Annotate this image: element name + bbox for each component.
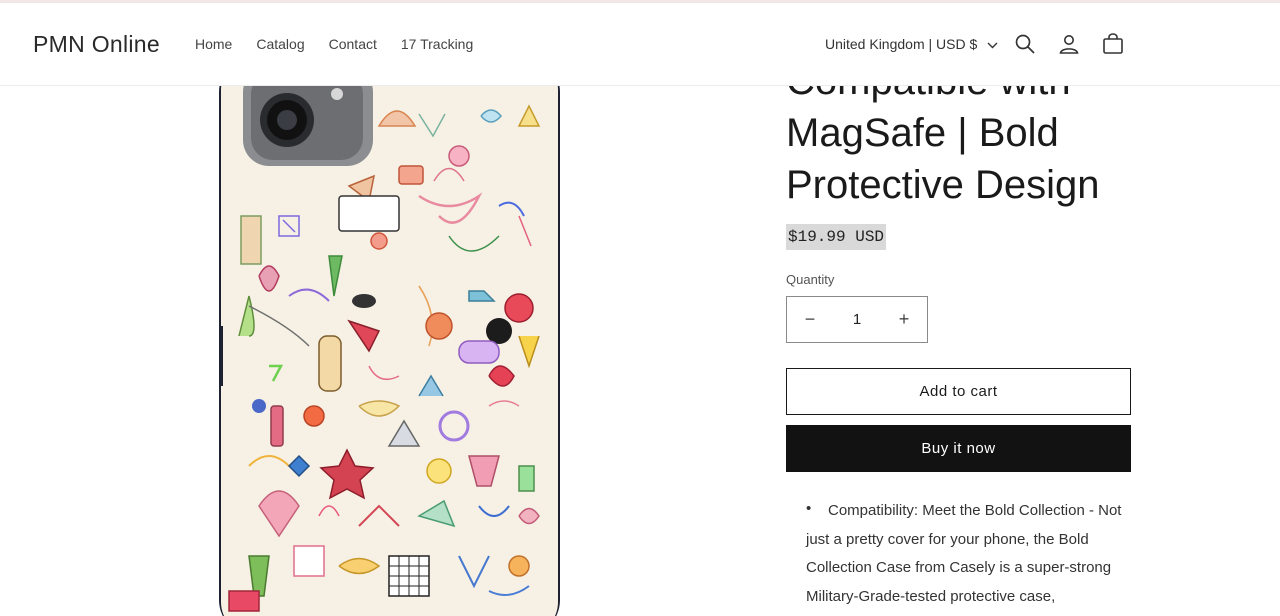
main-nav: Home Catalog Contact 17 Tracking — [195, 36, 473, 52]
cart-icon[interactable] — [1101, 32, 1125, 56]
increase-quantity-button[interactable]: + — [897, 309, 911, 330]
site-header: PMN Online Home Catalog Contact 17 Track… — [0, 3, 1280, 86]
product-description: Compatibility: Meet the Bold Collection … — [806, 502, 1122, 605]
quantity-label: Quantity — [786, 272, 835, 287]
nav-tracking[interactable]: 17 Tracking — [401, 36, 473, 52]
buy-now-button[interactable]: Buy it now — [786, 425, 1131, 472]
user-icon[interactable] — [1057, 32, 1081, 56]
add-to-cart-button[interactable]: Add to cart — [786, 368, 1131, 415]
product-title-line-1: MagSafe | Bold — [786, 111, 1059, 155]
product-price: $19.99 USD — [786, 224, 887, 250]
chevron-down-icon — [987, 36, 998, 52]
locale-selector[interactable]: United Kingdom | USD $ — [825, 36, 998, 52]
nav-contact[interactable]: Contact — [329, 36, 377, 52]
quantity-input[interactable]: 1 — [853, 311, 861, 328]
nav-catalog[interactable]: Catalog — [256, 36, 304, 52]
product-title: Compatible with MagSafe | Bold Protectiv… — [786, 86, 1206, 216]
product-title-line-0: Compatible with — [786, 86, 1186, 107]
decrease-quantity-button[interactable]: − — [803, 309, 817, 330]
search-icon[interactable] — [1013, 32, 1037, 56]
product-title-line-2: Protective Design — [786, 163, 1100, 207]
product-image[interactable] — [219, 86, 560, 616]
locale-label: United Kingdom | USD $ — [825, 36, 978, 52]
quantity-stepper: − 1 + — [786, 296, 928, 343]
store-logo[interactable]: PMN Online — [33, 31, 160, 58]
nav-home[interactable]: Home — [195, 36, 232, 52]
